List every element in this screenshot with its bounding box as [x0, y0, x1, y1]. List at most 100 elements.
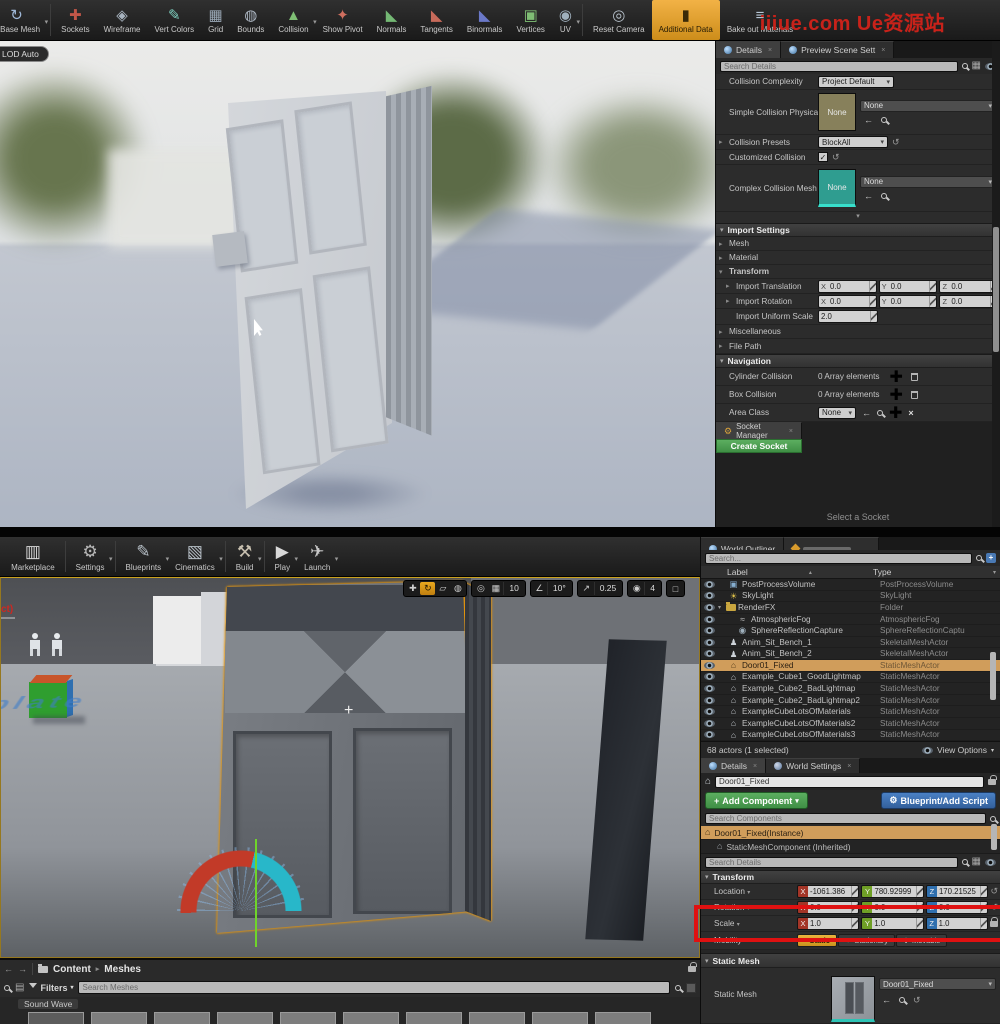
visibility-icon[interactable]	[985, 859, 996, 866]
import-translation-y[interactable]: Y0.0	[879, 280, 938, 293]
asset-tile[interactable]	[532, 1012, 588, 1024]
collision-presets-dropdown[interactable]: BlockAll▾	[818, 136, 888, 148]
toolbar-button-vert-colors[interactable]: ✎Vert Colors	[148, 0, 202, 40]
tab-details[interactable]: Details×	[716, 41, 781, 58]
move-tool-button[interactable]: ✚	[405, 582, 420, 595]
tab-preview-scene-settings[interactable]: Preview Scene Sett×	[781, 41, 894, 58]
transform-header[interactable]: ▾Transform	[701, 870, 1000, 884]
list-view-icon[interactable]: ▤	[15, 983, 24, 993]
use-asset-arrow-icon[interactable]: ←	[864, 115, 873, 125]
component-row[interactable]: ⌂StaticMeshComponent (Inherited)	[701, 840, 1000, 854]
browse-icon[interactable]	[881, 193, 887, 199]
view-options-button[interactable]: View Options▾	[922, 745, 994, 755]
reset-icon[interactable]: ↺	[990, 903, 998, 912]
toolbar-button-bounds[interactable]: ◍Bounds	[230, 0, 271, 40]
reset-icon[interactable]: ↺	[832, 153, 840, 162]
import-translation-x[interactable]: X0.0	[818, 280, 877, 293]
sound-wave-filter-tag[interactable]: Sound Wave	[18, 999, 78, 1009]
scale-y-field[interactable]: Y1.0	[861, 917, 923, 930]
navigation-header[interactable]: ▾Navigation	[716, 354, 1000, 368]
toolbar-button-cinematics[interactable]: ▧Cinematics▾	[168, 537, 222, 576]
toolbar-button-tangents[interactable]: ◣Tangents	[413, 0, 459, 40]
toolbar-button-additional-data[interactable]: ▮Additional Data	[652, 0, 720, 40]
grid-view-icon[interactable]: ▦	[972, 61, 981, 71]
asset-tile[interactable]	[595, 1012, 651, 1024]
outliner-row[interactable]: ⌂Example_Cube2_BadLightmap2StaticMeshAct…	[701, 695, 1000, 707]
asset-tile[interactable]	[91, 1012, 147, 1024]
asset-tile[interactable]	[154, 1012, 210, 1024]
toolbar-button-blueprints[interactable]: ✎Blueprints▾	[119, 537, 169, 576]
details-scrollbar[interactable]	[992, 41, 1000, 527]
tab-socket-manager[interactable]: ⚙ Socket Manager×	[716, 422, 802, 439]
asset-tile[interactable]	[217, 1012, 273, 1024]
gizmo-green-axis[interactable]	[255, 839, 257, 947]
search-assets-icon[interactable]	[4, 985, 10, 991]
eye-toggle[interactable]	[701, 604, 718, 611]
eye-toggle[interactable]	[701, 673, 718, 680]
eye-toggle[interactable]	[701, 592, 718, 599]
toolbar-button-show-pivot[interactable]: ✦Show Pivot	[316, 0, 370, 40]
toolbar-button-vertices[interactable]: ▣Vertices	[509, 0, 551, 40]
toolbar-button-reset-camera[interactable]: ◎Reset Camera	[586, 0, 652, 40]
use-asset-arrow-icon[interactable]: ←	[882, 995, 891, 1005]
outliner-row[interactable]: ♟Anim_Sit_Bench_1SkeletalMeshActor	[701, 637, 1000, 649]
asset-tile[interactable]	[280, 1012, 336, 1024]
create-socket-button[interactable]: Create Socket	[716, 439, 802, 453]
reset-icon[interactable]: ↺	[892, 138, 900, 147]
eye-toggle[interactable]	[701, 697, 718, 704]
column-options-icon[interactable]: ▾	[993, 569, 1000, 576]
outliner-scrollbar-thumb[interactable]	[990, 652, 996, 700]
reset-icon[interactable]: ↺	[990, 887, 998, 896]
asset-tile[interactable]	[469, 1012, 525, 1024]
location-y-field[interactable]: Y780.92999	[861, 885, 923, 898]
level-viewport[interactable]: plate ct) + ✚ ↻ ▱	[0, 577, 700, 958]
breadcrumb-meshes[interactable]: Meshes	[104, 964, 141, 975]
static-mesh-thumbnail[interactable]	[831, 976, 875, 1022]
eye-toggle[interactable]	[701, 616, 718, 623]
outliner-row[interactable]: ▾RenderFXFolder	[701, 602, 1000, 614]
scale-snap-toggle[interactable]: ↗	[579, 582, 594, 595]
outliner-search-input[interactable]	[705, 553, 972, 564]
chevron-down-icon[interactable]: ▾	[335, 555, 339, 563]
browse-icon[interactable]	[899, 997, 905, 1003]
save-search-icon[interactable]	[686, 983, 696, 993]
location-z-field[interactable]: Z170.21525	[926, 885, 988, 898]
simple-collision-thumbnail[interactable]: None	[818, 93, 856, 131]
chevron-down-icon[interactable]: ▾	[219, 555, 223, 563]
outliner-row[interactable]: ⌂Example_Cube1_GoodLightmapStaticMeshAct…	[701, 672, 1000, 684]
label-column-header[interactable]: Label	[701, 567, 748, 577]
search-components-input[interactable]	[705, 813, 986, 824]
grid-snap-value[interactable]: 10	[503, 582, 523, 595]
reset-icon[interactable]: ↺	[913, 996, 921, 1005]
toolbar-button-settings[interactable]: ⚙Settings▾	[69, 537, 112, 576]
static-mesh-header[interactable]: ▾Static Mesh	[701, 953, 1000, 968]
toolbar-button-binormals[interactable]: ◣Binormals	[460, 0, 510, 40]
search-meshes-input[interactable]	[78, 981, 670, 994]
outliner-row[interactable]: ♟Anim_Sit_Bench_2SkeletalMeshActor	[701, 648, 1000, 660]
rotate-tool-button[interactable]: ↻	[420, 582, 435, 595]
search-details-input[interactable]	[705, 857, 958, 868]
rotation-gizmo[interactable]	[171, 839, 311, 947]
static-mesh-dropdown[interactable]: Door01_Fixed▾	[879, 978, 996, 990]
import-translation-z[interactable]: Z0.0	[939, 280, 998, 293]
toolbar-button-sockets[interactable]: ✚Sockets	[54, 0, 96, 40]
customized-collision-checkbox[interactable]: ✓	[818, 152, 828, 162]
use-asset-arrow-icon[interactable]: ←	[864, 191, 873, 201]
type-column-header[interactable]: Type	[873, 567, 993, 577]
eye-toggle[interactable]	[701, 731, 718, 738]
chevron-down-icon[interactable]: ▾	[258, 555, 262, 563]
outliner-row[interactable]: ☀SkyLightSkyLight	[701, 591, 1000, 603]
toolbar-button-wireframe[interactable]: ◈Wireframe	[97, 0, 148, 40]
camera-speed-icon[interactable]: ◉	[629, 582, 644, 595]
maximize-viewport-button[interactable]: □	[668, 582, 683, 595]
lock-icon[interactable]	[988, 779, 996, 785]
toolbar-button-reimport-base-mesh[interactable]: ↻rt Base Mesh▾	[0, 0, 47, 40]
eye-toggle[interactable]	[701, 720, 718, 727]
eye-toggle[interactable]	[701, 627, 718, 634]
tab-clipped[interactable]	[784, 537, 879, 550]
eye-toggle[interactable]	[701, 708, 718, 715]
asset-tile[interactable]	[28, 1012, 84, 1024]
grid-view-icon[interactable]: ▦	[972, 857, 981, 867]
toolbar-button-marketplace[interactable]: ▥Marketplace	[4, 537, 62, 576]
rotation-snap-value[interactable]: 10°	[547, 582, 571, 595]
